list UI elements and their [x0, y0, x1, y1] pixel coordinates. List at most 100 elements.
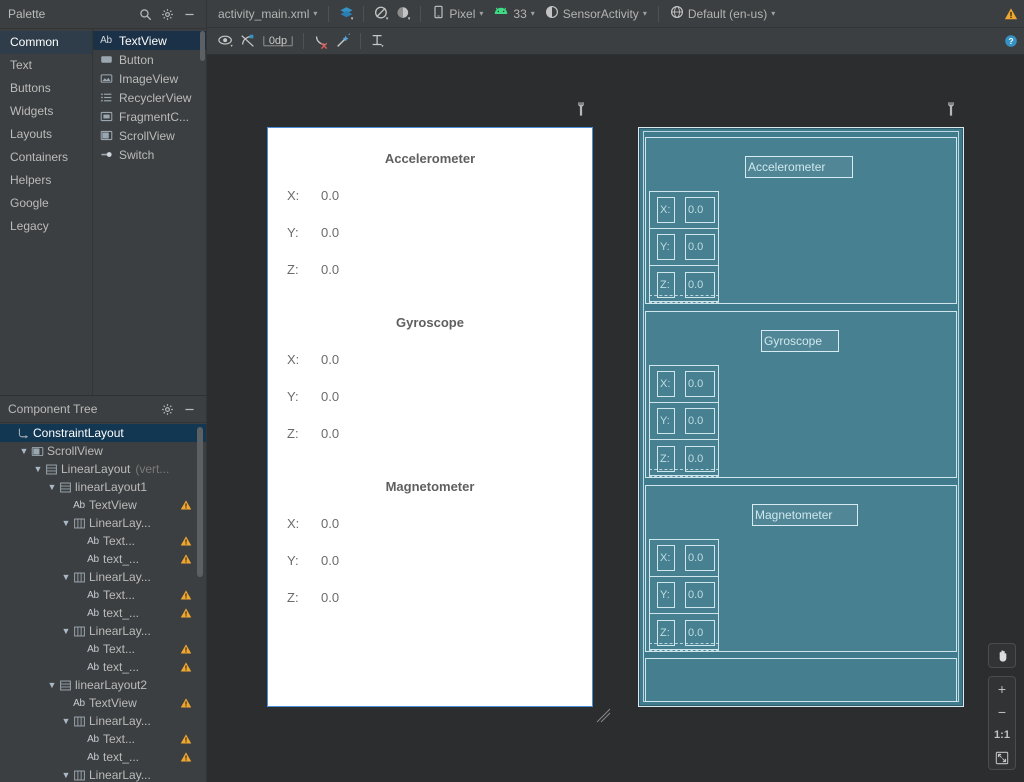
blueprint-section-accelerometer[interactable]: Accelerometer X: 0.0 Y: 0.0 Z: 0.0 — [645, 137, 957, 304]
blueprint-row[interactable]: X: 0.0 — [650, 192, 718, 229]
blueprint-row[interactable]: X: 0.0 — [650, 366, 718, 403]
palette-item-switch[interactable]: Switch — [93, 145, 206, 164]
tree-node-text[interactable]: Ab text_... — [0, 748, 206, 766]
autoconnect-off-icon[interactable] — [237, 31, 259, 51]
blueprint-section-gyroscope[interactable]: Gyroscope X: 0.0 Y: 0.0 Z: 0.0 — [645, 311, 957, 478]
palette-category-google[interactable]: Google — [0, 192, 92, 215]
device-render-preview[interactable]: Accelerometer X: 0.0 Y: 0.0 Z: 0.0 Gyros… — [267, 127, 593, 707]
chevron-down-icon[interactable]: ▼ — [60, 572, 72, 582]
zoom-actual-size-button[interactable]: 1:1 — [989, 723, 1015, 746]
blueprint-section-magnetometer[interactable]: Magnetometer X: 0.0 Y: 0.0 Z: 0.0 — [645, 485, 957, 652]
blueprint-row[interactable]: Y: 0.0 — [650, 577, 718, 614]
chevron-down-icon[interactable]: ▼ — [60, 716, 72, 726]
orientation-icon[interactable] — [370, 4, 392, 24]
warning-triangle-icon[interactable] — [180, 643, 192, 655]
tree-node-linearlay[interactable]: ▼ LinearLay... — [0, 712, 206, 730]
zoom-out-button[interactable]: − — [989, 700, 1015, 723]
activity-theme-selector[interactable]: SensorActivity ▾ — [540, 3, 652, 24]
help-circle-icon[interactable]: ? — [997, 27, 1024, 54]
palette-item-imageview[interactable]: ImageView — [93, 69, 206, 88]
tree-node-text[interactable]: Ab text_... — [0, 658, 206, 676]
palette-category-legacy[interactable]: Legacy — [0, 215, 92, 238]
chevron-down-icon[interactable]: ▼ — [46, 482, 58, 492]
blueprint-row[interactable]: Y: 0.0 — [650, 403, 718, 440]
palette-category-containers[interactable]: Containers — [0, 146, 92, 169]
tree-node-scrollview[interactable]: ▼ ScrollView — [0, 442, 206, 460]
blueprint-title-gyroscope[interactable]: Gyroscope — [761, 330, 839, 352]
tree-node-text[interactable]: Ab text_... — [0, 550, 206, 568]
blueprint-row[interactable]: X: 0.0 — [650, 540, 718, 577]
blueprint-row[interactable]: Y: 0.0 — [650, 229, 718, 266]
tree-node-text[interactable]: Ab Text... — [0, 730, 206, 748]
infer-constraints-icon[interactable] — [332, 31, 354, 51]
tree-node-linearlay[interactable]: ▼ LinearLay... — [0, 568, 206, 586]
tree-node-linearlayout2[interactable]: ▼ linearLayout2 — [0, 676, 206, 694]
wrench-icon[interactable] — [944, 101, 958, 117]
warning-triangle-icon[interactable] — [180, 589, 192, 601]
warning-triangle-icon[interactable] — [180, 733, 192, 745]
pan-hand-icon[interactable] — [989, 644, 1015, 667]
chevron-down-icon[interactable]: ▼ — [60, 518, 72, 528]
tree-node-linearlayout1[interactable]: ▼ linearLayout1 — [0, 478, 206, 496]
zoom-in-button[interactable]: + — [989, 677, 1015, 700]
minimize-icon[interactable] — [178, 399, 200, 419]
palette-item-fragment-container[interactable]: FragmentC... — [93, 107, 206, 126]
tree-node-text[interactable]: Ab Text... — [0, 586, 206, 604]
chevron-down-icon[interactable]: ▼ — [60, 770, 72, 780]
blueprint-title-accelerometer[interactable]: Accelerometer — [745, 156, 853, 178]
baseline-align-icon[interactable] — [367, 31, 389, 51]
tree-node-linearlay[interactable]: ▼ LinearLay... — [0, 514, 206, 532]
warning-triangle-icon[interactable] — [180, 607, 192, 619]
chevron-down-icon[interactable]: ▼ — [32, 464, 44, 474]
tree-node-linearlay[interactable]: ▼ LinearLay... — [0, 622, 206, 640]
minimize-icon[interactable] — [178, 4, 200, 24]
search-icon[interactable] — [134, 4, 156, 24]
palette-category-layouts[interactable]: Layouts — [0, 123, 92, 146]
api-level-selector[interactable]: 33 ▾ — [488, 4, 539, 23]
blueprint-title-magnetometer[interactable]: Magnetometer — [752, 504, 858, 526]
tree-node-linearlay[interactable]: ▼ LinearLay... — [0, 766, 206, 782]
gear-icon[interactable] — [156, 4, 178, 24]
blueprint-empty-area[interactable] — [645, 658, 957, 702]
palette-category-helpers[interactable]: Helpers — [0, 169, 92, 192]
tree-node-textview[interactable]: Ab TextView — [0, 694, 206, 712]
palette-item-button[interactable]: Button — [93, 50, 206, 69]
tree-node-text[interactable]: Ab text_... — [0, 604, 206, 622]
palette-category-common[interactable]: Common — [0, 31, 92, 54]
warning-triangle-icon[interactable] — [180, 661, 192, 673]
wrench-icon[interactable] — [574, 101, 588, 117]
tree-node-linearlayout[interactable]: ▼ LinearLayout (vert... — [0, 460, 206, 478]
palette-item-recyclerview[interactable]: RecyclerView — [93, 88, 206, 107]
design-surface[interactable]: Accelerometer X: 0.0 Y: 0.0 Z: 0.0 Gyros… — [207, 55, 1024, 782]
zoom-to-fit-button[interactable] — [989, 746, 1015, 769]
palette-category-widgets[interactable]: Widgets — [0, 100, 92, 123]
warning-triangle-icon[interactable] — [180, 697, 192, 709]
locale-selector[interactable]: Default (en-us) ▾ — [665, 3, 780, 24]
theme-icon[interactable] — [392, 4, 414, 24]
palette-item-textview[interactable]: Ab TextView — [93, 31, 206, 50]
gear-icon[interactable] — [156, 399, 178, 419]
warning-triangle-icon[interactable] — [180, 499, 192, 511]
palette-item-scrollview[interactable]: ScrollView — [93, 126, 206, 145]
warning-triangle-icon[interactable] — [180, 535, 192, 547]
clear-constraints-icon[interactable] — [310, 31, 332, 51]
palette-category-text[interactable]: Text — [0, 54, 92, 77]
device-selector[interactable]: Pixel ▾ — [427, 3, 488, 24]
file-selector[interactable]: activity_main.xml ▾ — [213, 5, 322, 23]
chevron-down-icon[interactable]: ▼ — [18, 446, 30, 456]
palette-scrollbar[interactable] — [200, 31, 205, 61]
tree-node-text[interactable]: Ab Text... — [0, 640, 206, 658]
tree-node-text[interactable]: Ab Text... — [0, 532, 206, 550]
warning-triangle-icon[interactable] — [997, 0, 1024, 27]
warning-triangle-icon[interactable] — [180, 751, 192, 763]
component-tree-scrollbar[interactable] — [197, 427, 203, 577]
default-margin-button[interactable]: 0dp — [259, 31, 297, 51]
warning-triangle-icon[interactable] — [180, 553, 192, 565]
layers-design-icon[interactable] — [335, 4, 357, 24]
resize-handle[interactable] — [596, 708, 612, 724]
palette-category-buttons[interactable]: Buttons — [0, 77, 92, 100]
tree-node-textview[interactable]: Ab TextView — [0, 496, 206, 514]
device-blueprint-preview[interactable]: Accelerometer X: 0.0 Y: 0.0 Z: 0.0 Gyros… — [638, 127, 964, 707]
chevron-down-icon[interactable]: ▼ — [60, 626, 72, 636]
show-constraints-icon[interactable] — [215, 31, 237, 51]
